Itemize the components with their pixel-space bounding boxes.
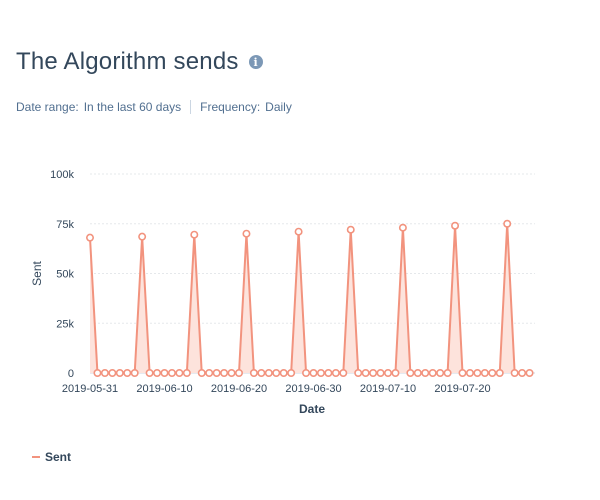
data-point: [197, 369, 206, 378]
x-axis-title: Date: [299, 402, 325, 416]
data-point: [421, 369, 430, 378]
series-area-sent: [90, 223, 530, 373]
data-point: [369, 369, 378, 378]
data-point: [279, 369, 288, 378]
legend-swatch: [32, 456, 40, 458]
y-tick-label: 25k: [56, 318, 74, 330]
data-point: [182, 369, 191, 378]
y-tick-label: 100k: [50, 169, 74, 181]
data-point: [86, 233, 95, 242]
data-point: [495, 369, 504, 378]
data-point: [272, 369, 281, 378]
page-title: The Algorithm sends: [16, 48, 239, 75]
data-point: [480, 369, 489, 378]
filter-bar: Date range: In the last 60 days Frequency…: [16, 100, 292, 114]
data-point: [235, 369, 244, 378]
data-point: [108, 369, 117, 378]
data-point: [316, 369, 325, 378]
data-point: [153, 369, 162, 378]
y-axis-title: Sent: [30, 260, 44, 285]
title-row: The Algorithm sends i: [16, 48, 263, 76]
frequency-label: Frequency:: [200, 100, 261, 114]
chart-legend[interactable]: Sent: [32, 450, 71, 464]
data-point: [138, 232, 147, 241]
y-tick-label: 0: [68, 368, 74, 380]
data-point: [160, 369, 169, 378]
data-point: [93, 369, 102, 378]
data-point: [257, 369, 266, 378]
data-point: [391, 369, 400, 378]
data-point: [309, 369, 318, 378]
data-point: [443, 369, 452, 378]
data-point: [100, 369, 109, 378]
data-point: [220, 369, 229, 378]
y-tick-label: 75k: [56, 219, 74, 231]
data-point: [339, 369, 348, 378]
data-point: [302, 369, 311, 378]
data-point: [145, 369, 154, 378]
data-point: [428, 369, 437, 378]
data-point: [346, 225, 355, 234]
data-point: [294, 227, 303, 236]
data-point: [465, 369, 474, 378]
data-point: [212, 369, 221, 378]
data-point: [436, 369, 445, 378]
date-range-label: Date range:: [16, 100, 79, 114]
x-tick-label: 2019-06-20: [211, 383, 267, 395]
data-point: [503, 219, 512, 228]
data-point: [287, 369, 296, 378]
data-point: [518, 369, 527, 378]
data-point: [264, 369, 273, 378]
sent-area-chart: 0 25k 50k 75k 100k 2019-05-31 2019-06-10 2019-0…: [30, 169, 535, 416]
filter-divider: [190, 100, 192, 114]
data-point: [473, 369, 482, 378]
x-tick-label: 2019-07-10: [360, 383, 416, 395]
data-point: [354, 369, 363, 378]
date-range-filter[interactable]: Date range: In the last 60 days: [16, 100, 181, 114]
data-point: [115, 369, 124, 378]
data-point: [398, 223, 407, 232]
data-point: [361, 369, 370, 378]
data-point: [167, 369, 176, 378]
data-point: [510, 369, 519, 378]
data-point: [488, 369, 497, 378]
frequency-value: Daily: [265, 100, 292, 114]
data-point: [324, 369, 333, 378]
data-point: [525, 369, 534, 378]
data-point: [175, 369, 184, 378]
date-range-value: In the last 60 days: [83, 100, 182, 114]
data-point: [130, 369, 139, 378]
x-tick-label: 2019-07-20: [434, 383, 490, 395]
data-point: [458, 369, 467, 378]
data-point: [205, 369, 214, 378]
data-point: [227, 369, 236, 378]
data-point: [406, 369, 415, 378]
data-point: [383, 369, 392, 378]
legend-label-sent: Sent: [45, 450, 72, 464]
x-tick-label: 2019-06-30: [285, 383, 341, 395]
frequency-filter[interactable]: Frequency: Daily: [200, 100, 292, 114]
data-point: [249, 369, 258, 378]
data-point: [123, 369, 132, 378]
data-point: [331, 369, 340, 378]
data-point: [413, 369, 422, 378]
data-point: [242, 229, 251, 238]
x-tick-label: 2019-05-31: [62, 383, 118, 395]
x-tick-label: 2019-06-10: [136, 383, 192, 395]
data-point: [376, 369, 385, 378]
series-line-sent: [89, 222, 530, 374]
y-tick-label: 50k: [56, 269, 74, 281]
data-point: [190, 230, 199, 239]
info-icon[interactable]: i: [248, 55, 263, 69]
data-point: [451, 221, 460, 230]
